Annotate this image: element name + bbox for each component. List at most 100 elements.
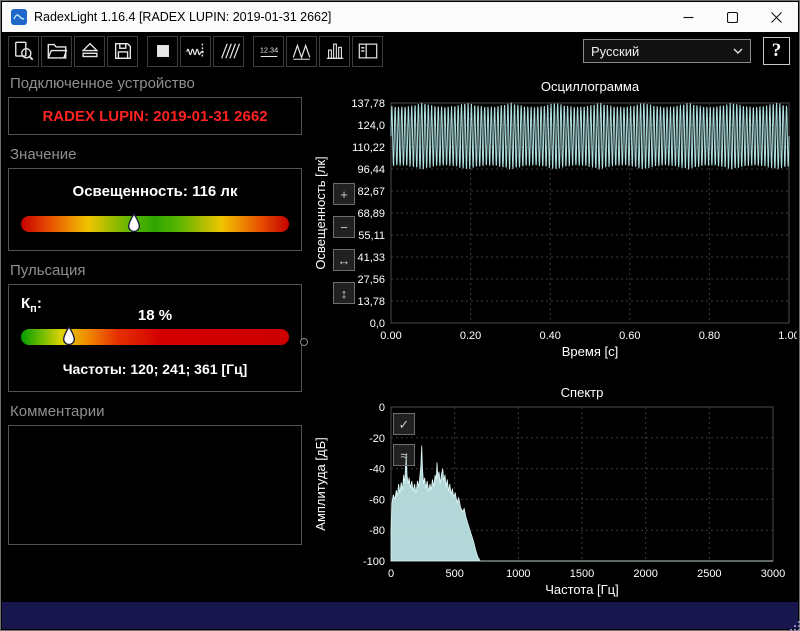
svg-text:124,0: 124,0 <box>357 120 385 132</box>
svg-text:0: 0 <box>379 402 385 414</box>
svg-text:Освещенность [лк]: Освещенность [лк] <box>313 156 328 269</box>
illuminance-scale-bar <box>21 212 289 233</box>
svg-text:0.00: 0.00 <box>380 330 401 342</box>
multi-wave-icon <box>220 43 240 59</box>
app-window: RadexLight 1.16.4 [RADEX LUPIN: 2019-01-… <box>0 0 800 631</box>
fit-horizontal-button[interactable]: ↔ <box>333 249 355 271</box>
oscillogram-view-button[interactable] <box>286 35 317 67</box>
eject-icon <box>80 42 99 58</box>
svg-text:500: 500 <box>445 568 463 580</box>
svg-text:0.60: 0.60 <box>619 330 640 342</box>
left-panel: Подключенное устройство RADEX LUPIN: 201… <box>8 75 302 545</box>
zoom-out-button[interactable]: − <box>333 216 355 238</box>
numeric-display-icon: 12.34 <box>259 45 278 58</box>
language-value: Русский <box>591 43 640 59</box>
device-name: RADEX LUPIN: 2019-01-31 2662 <box>42 107 268 125</box>
pulsation-box: Кп: 18 % Частоты: 120; 241; 361 [Гц] <box>8 284 302 392</box>
smoothing-toggle-button[interactable]: ≈ <box>393 444 415 466</box>
svg-text:3000: 3000 <box>761 568 785 580</box>
status-bar <box>2 602 798 629</box>
spectrum-view-button[interactable] <box>319 35 350 67</box>
svg-text:Осциллограмма: Осциллограмма <box>541 79 640 94</box>
svg-text:2000: 2000 <box>633 568 657 580</box>
close-button[interactable] <box>754 2 798 32</box>
device-section-label: Подключенное устройство <box>10 75 195 92</box>
svg-text:0.20: 0.20 <box>460 330 481 342</box>
oscillogram-controls: + − ↔ ↕ <box>333 183 355 304</box>
comments-section-label: Комментарии <box>10 403 105 420</box>
zoom-in-button[interactable]: + <box>333 183 355 205</box>
stop-measurement-button[interactable] <box>147 35 178 67</box>
language-select[interactable]: Русский <box>583 39 751 63</box>
svg-text:137,78: 137,78 <box>351 98 385 110</box>
svg-text:68,89: 68,89 <box>357 208 385 220</box>
continuous-measurement-button[interactable] <box>213 35 244 67</box>
svg-text:0.80: 0.80 <box>699 330 720 342</box>
device-name-box: RADEX LUPIN: 2019-01-31 2662 <box>8 97 302 135</box>
svg-text:110,22: 110,22 <box>352 142 385 154</box>
resize-grip[interactable] <box>790 621 792 623</box>
toolbar: 12.34 Русский ? <box>2 32 798 70</box>
folder-icon <box>47 43 67 59</box>
help-button[interactable]: ? <box>763 37 790 65</box>
splitter-handle[interactable] <box>300 338 308 346</box>
drop-icon <box>63 325 76 346</box>
svg-text:0: 0 <box>388 568 394 580</box>
svg-text:55,11: 55,11 <box>358 230 385 242</box>
drop-icon <box>127 212 140 233</box>
svg-text:0.40: 0.40 <box>539 330 560 342</box>
svg-text:-100: -100 <box>363 556 385 568</box>
fit-vertical-button[interactable]: ↕ <box>333 282 355 304</box>
oscillogram-icon <box>292 43 310 60</box>
pulsation-marker <box>63 325 76 351</box>
stop-icon <box>156 45 169 57</box>
svg-text:82,67: 82,67 <box>357 186 385 198</box>
kp-value: 18 % <box>137 307 173 324</box>
minimize-button[interactable] <box>666 2 710 32</box>
svg-text:-20: -20 <box>369 433 385 445</box>
spectrum-controls: ✓ ≈ <box>393 413 415 466</box>
value-box: Освещенность: 116 лк <box>8 168 302 251</box>
svg-text:Частота [Гц]: Частота [Гц] <box>545 582 619 597</box>
svg-text:1.00: 1.00 <box>778 330 797 342</box>
svg-text:0,0: 0,0 <box>370 318 385 330</box>
chevron-down-icon <box>733 48 743 54</box>
autoscale-toggle-button[interactable]: ✓ <box>393 413 415 435</box>
save-icon <box>114 42 131 60</box>
app-icon <box>11 9 27 25</box>
svg-text:2500: 2500 <box>697 568 721 580</box>
search-device-button[interactable] <box>8 35 39 67</box>
svg-text:12.34: 12.34 <box>259 45 277 54</box>
svg-text:1500: 1500 <box>570 568 594 580</box>
svg-text:-60: -60 <box>369 494 385 506</box>
svg-text:Спектр: Спектр <box>561 385 604 400</box>
svg-text:1000: 1000 <box>506 568 530 580</box>
svg-text:27,56: 27,56 <box>357 274 385 286</box>
svg-text:Амплитуда [дБ]: Амплитуда [дБ] <box>313 437 328 530</box>
open-file-button[interactable] <box>41 35 72 67</box>
titlebar[interactable]: RadexLight 1.16.4 [RADEX LUPIN: 2019-01-… <box>2 2 798 32</box>
single-measurement-button[interactable] <box>180 35 211 67</box>
oscillogram-chart[interactable]: 137,78 124,0 110,22 96,44 82,67 68,89 55,11 41,… <box>311 77 797 369</box>
spectrum-chart[interactable]: 0-20-40-60-80-1000 500 1000 1500 2000 2500 300… <box>311 383 797 599</box>
pulsation-scale-bar <box>21 325 289 346</box>
svg-text:Время [с]: Время [с] <box>562 344 618 359</box>
svg-text:13,78: 13,78 <box>357 296 385 308</box>
svg-text:-80: -80 <box>369 525 385 537</box>
window-title: RadexLight 1.16.4 [RADEX LUPIN: 2019-01-… <box>34 10 332 24</box>
svg-text:-40: -40 <box>369 464 385 476</box>
comments-box <box>8 425 302 545</box>
illuminance-marker <box>127 212 140 238</box>
illuminance-reading: Освещенность: 116 лк <box>72 183 238 200</box>
value-section-label: Значение <box>10 146 77 163</box>
layout-icon <box>358 43 377 59</box>
numeric-display-button[interactable]: 12.34 <box>253 35 284 67</box>
spectrum-icon <box>326 43 343 59</box>
pulsation-section-label: Пульсация <box>10 262 86 279</box>
panel-layout-button[interactable] <box>352 35 383 67</box>
svg-text:41,33: 41,33 <box>357 252 385 264</box>
comments-input[interactable] <box>9 426 301 544</box>
maximize-button[interactable] <box>710 2 754 32</box>
eject-device-button[interactable] <box>74 35 105 67</box>
save-file-button[interactable] <box>107 35 138 67</box>
